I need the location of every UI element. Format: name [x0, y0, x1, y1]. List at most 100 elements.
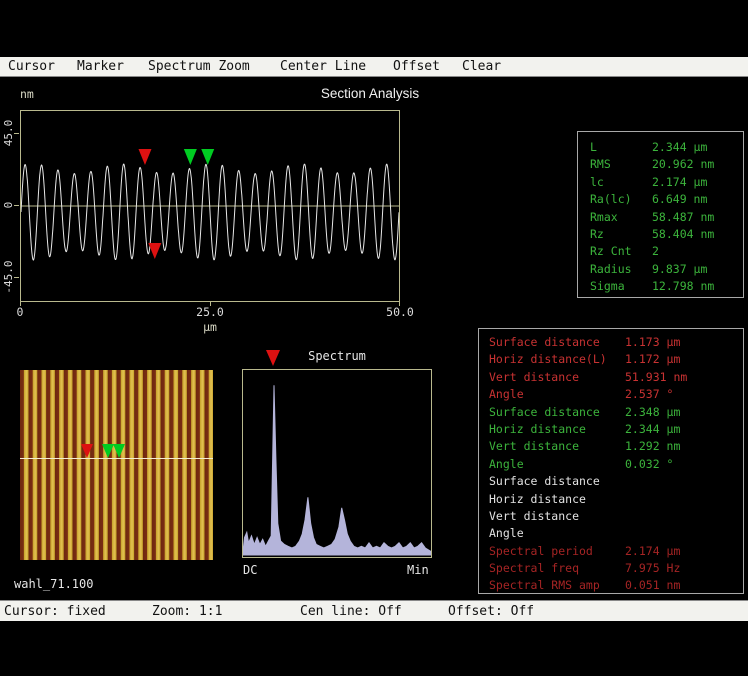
stat-row: Sigma12.798 nm [578, 278, 743, 295]
measurement-row-value: 2.348 µm [625, 405, 680, 419]
section-analysis-window: Cursor Marker Spectrum Zoom Center Line … [0, 0, 748, 676]
measurement-row-label: Surface distance [489, 404, 625, 421]
measurement-row: Vert distance [479, 508, 743, 525]
stat-row-label: Rz [590, 226, 652, 243]
status-zoom-level[interactable]: Zoom: 1:1 [152, 604, 222, 619]
stat-row-value: 58.487 nm [652, 210, 714, 224]
y-axis-unit-label: nm [20, 87, 34, 101]
menu-item-spectrum-zoom[interactable]: Spectrum Zoom [148, 59, 250, 74]
menu-item-center-line[interactable]: Center Line [280, 59, 366, 74]
stat-row-label: L [590, 139, 652, 156]
measurement-row-label: Spectral RMS amp [489, 577, 625, 594]
axis-tick [14, 277, 19, 278]
status-bar: Cursor: fixed Zoom: 1:1 Cen line: Off Of… [0, 600, 748, 621]
measurement-row: Spectral freq7.975 Hz [479, 560, 743, 577]
measurement-row-label: Horiz distance [489, 421, 625, 438]
measurement-row-label: Angle [489, 386, 625, 403]
filename-label: wahl_71.100 [14, 577, 93, 591]
stat-row-value: 20.962 nm [652, 157, 714, 171]
stat-row: Rmax58.487 nm [578, 209, 743, 226]
profile-trace [21, 164, 399, 260]
section-profile-plot[interactable] [20, 110, 400, 302]
stat-row-value: 9.837 µm [652, 262, 707, 276]
axis-tick [399, 302, 400, 306]
x-tick-label: 50.0 [382, 305, 418, 319]
stat-row-label: RMS [590, 156, 652, 173]
measurement-row: Angle0.032 ° [479, 456, 743, 473]
status-center-line[interactable]: Cen line: Off [300, 604, 402, 619]
measurement-row-label: Spectral period [489, 543, 625, 560]
stat-row-value: 6.649 nm [652, 192, 707, 206]
green-section-marker-icon[interactable] [201, 149, 214, 165]
measurement-row: Vert distance51.931 nm [479, 369, 743, 386]
measurement-row-value: 51.931 nm [625, 370, 687, 384]
stat-row-value: 2 [652, 244, 666, 258]
menu-item-cursor[interactable]: Cursor [8, 59, 55, 74]
menu-bar: Cursor Marker Spectrum Zoom Center Line … [0, 57, 748, 77]
axis-tick [20, 302, 21, 306]
measurement-row: Surface distance [479, 473, 743, 490]
afm-topography-image[interactable] [20, 370, 213, 560]
measurement-row-value: 1.173 µm [625, 335, 680, 349]
red-section-marker-icon[interactable] [148, 243, 161, 259]
red-marker-icon[interactable] [81, 444, 93, 458]
measurement-row-label: Spectral freq [489, 560, 625, 577]
measurement-row-value: 2.344 µm [625, 422, 680, 436]
y-tick-label: -45.0 [2, 257, 14, 297]
measurement-row: Surface distance2.348 µm [479, 404, 743, 421]
stat-row-value: 2.344 µm [652, 140, 707, 154]
stat-row-label: Rmax [590, 209, 652, 226]
stat-row: Ra(lc)6.649 nm [578, 191, 743, 208]
measurement-row: Horiz distance [479, 491, 743, 508]
axis-tick [14, 205, 19, 206]
measurement-row-label: Surface distance [489, 473, 625, 490]
y-tick-label: 45.0 [2, 113, 14, 153]
stat-row-label: Ra(lc) [590, 191, 652, 208]
stat-row-label: Rz Cnt [590, 243, 652, 260]
status-offset[interactable]: Offset: Off [448, 604, 534, 619]
menu-item-offset[interactable]: Offset [393, 59, 440, 74]
measurement-row-label: Horiz distance [489, 491, 625, 508]
stat-row: Rz58.404 nm [578, 226, 743, 243]
section-waveform [21, 111, 399, 301]
menu-item-clear[interactable]: Clear [462, 59, 501, 74]
status-cursor-mode[interactable]: Cursor: fixed [4, 604, 106, 619]
y-tick-label: 0 [2, 185, 14, 225]
measurement-row: Angle [479, 525, 743, 542]
measurement-row: Horiz distance2.344 µm [479, 421, 743, 438]
section-scan-line [20, 458, 213, 459]
measurement-row-value: 2.537 ° [625, 387, 673, 401]
stat-row: Radius9.837 µm [578, 261, 743, 278]
measurement-row-label: Horiz distance(L) [489, 351, 625, 368]
stat-row: Rz Cnt2 [578, 243, 743, 260]
page-title: Section Analysis [240, 86, 500, 101]
spectrum-cursor-marker-icon[interactable] [266, 350, 280, 366]
measurement-row: Spectral RMS amp0.051 nm [479, 577, 743, 594]
measurement-row-value: 1.292 nm [625, 439, 680, 453]
measurement-row-value: 1.172 µm [625, 352, 680, 366]
menu-item-marker[interactable]: Marker [77, 59, 124, 74]
measurement-row: Spectral period2.174 µm [479, 543, 743, 560]
green-section-marker-icon[interactable] [184, 149, 197, 165]
measurement-row: Surface distance1.173 µm [479, 334, 743, 351]
spectrum-dc-label: DC [243, 563, 257, 577]
axis-tick [210, 302, 211, 306]
roughness-stats-panel: L2.344 µmRMS20.962 nm lc2.174 µmRa(lc)6.6… [577, 131, 744, 298]
stat-row-value: 12.798 nm [652, 279, 714, 293]
measurement-row-label: Vert distance [489, 369, 625, 386]
measurement-row-value: 2.174 µm [625, 544, 680, 558]
x-tick-label: 25.0 [192, 305, 228, 319]
stat-row-value: 58.404 nm [652, 227, 714, 241]
spectrum-plot[interactable] [242, 369, 432, 558]
stat-row-label: lc [590, 174, 652, 191]
measurement-row-value: 0.051 nm [625, 578, 680, 592]
distance-measurements-panel: Surface distance1.173 µmHoriz distance(L… [478, 328, 744, 594]
stat-row: lc2.174 µm [578, 174, 743, 191]
red-section-marker-icon[interactable] [138, 149, 151, 165]
spectrum-trace [243, 370, 431, 557]
axis-tick [14, 133, 19, 134]
green-marker-icon[interactable] [113, 444, 125, 458]
x-axis-unit-label: µm [192, 320, 228, 334]
stat-row: L2.344 µm [578, 139, 743, 156]
measurement-row-label: Angle [489, 456, 625, 473]
